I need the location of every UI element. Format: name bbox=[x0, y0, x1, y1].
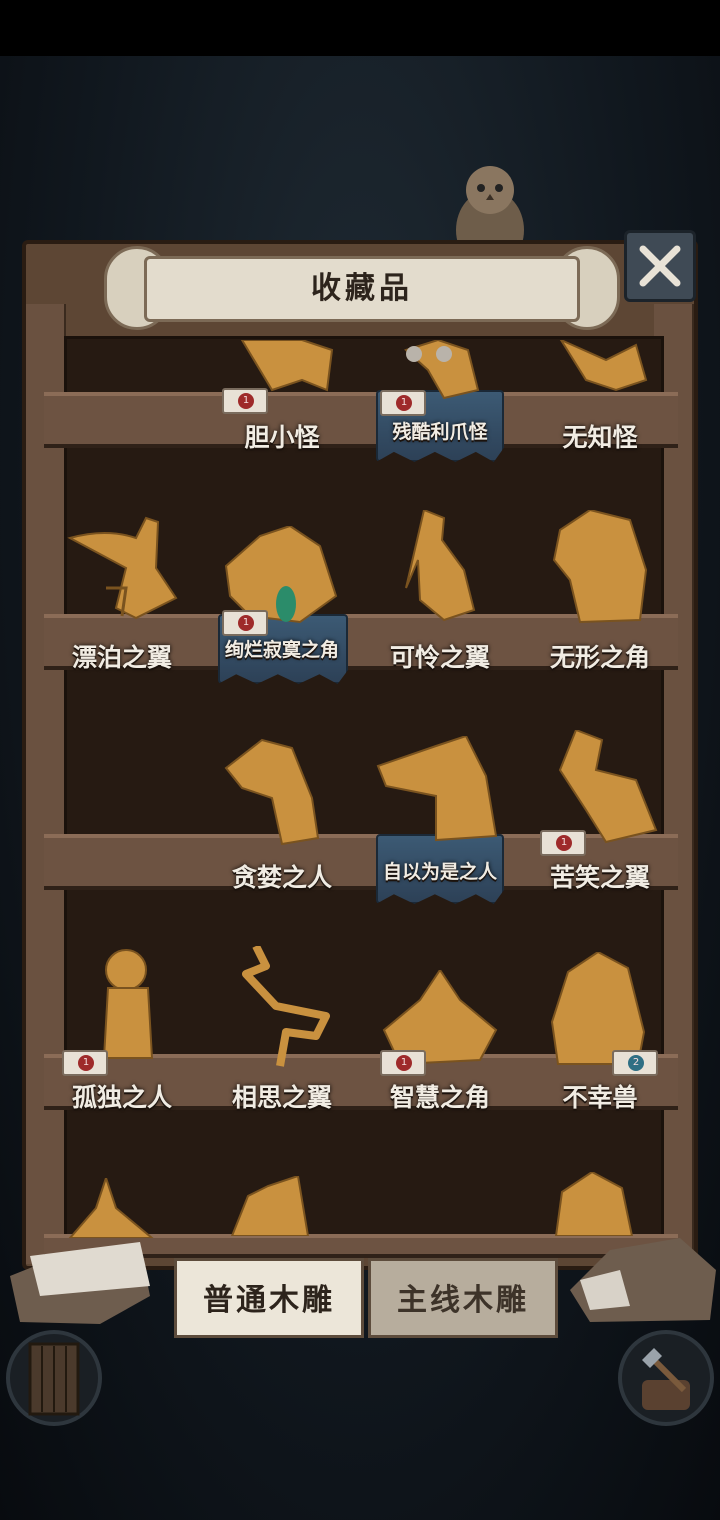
self-righteous-person-carving-icon[interactable] bbox=[376, 736, 502, 842]
door-button[interactable] bbox=[6, 1330, 102, 1426]
item-label: 无形之角 bbox=[549, 643, 650, 672]
greedy-person-carving-icon[interactable] bbox=[222, 738, 328, 846]
formless-horn-carving-icon[interactable] bbox=[550, 510, 650, 626]
count-badge: 2 bbox=[612, 1050, 658, 1076]
close-icon bbox=[639, 245, 681, 287]
item-label: 智慧之角 bbox=[389, 1083, 490, 1112]
item-label: 贪婪之人 bbox=[231, 863, 332, 892]
rubble-left bbox=[10, 1242, 150, 1324]
count-badge: 1 bbox=[62, 1050, 108, 1076]
lovesick-wing-carving-icon[interactable] bbox=[236, 946, 332, 1068]
page-title: 收藏品 bbox=[311, 271, 413, 306]
carving-partial-icon[interactable] bbox=[228, 1176, 312, 1236]
cabinet-post-left bbox=[26, 304, 66, 1264]
wandering-wing-carving-icon[interactable] bbox=[66, 508, 182, 626]
item-label: 胆小怪 bbox=[244, 423, 320, 452]
item-label: 无知怪 bbox=[562, 423, 638, 452]
item-label: 苦笑之翼 bbox=[549, 863, 650, 892]
axe-button[interactable] bbox=[618, 1330, 714, 1426]
carving-partial-icon[interactable] bbox=[66, 1178, 156, 1238]
door-icon bbox=[28, 1342, 80, 1416]
lonely-person-carving-icon[interactable] bbox=[96, 948, 160, 1066]
tab-normal-carvings[interactable]: 普通木雕 bbox=[174, 1258, 364, 1338]
item-label: 孤独之人 bbox=[71, 1083, 172, 1112]
bitter-smile-wing-carving-icon[interactable] bbox=[556, 730, 660, 846]
carving-partial-icon[interactable] bbox=[552, 1172, 636, 1236]
item-label: 残酷利爪怪 bbox=[392, 421, 488, 443]
rubble-right bbox=[570, 1238, 716, 1322]
count-badge: 1 bbox=[222, 388, 268, 414]
item-label: 绚烂寂寞之角 bbox=[224, 639, 339, 661]
count-badge: 1 bbox=[540, 830, 586, 856]
count-badge: 1 bbox=[380, 1050, 426, 1076]
status-bar-area bbox=[0, 0, 720, 56]
title-banner: 收藏品 bbox=[104, 236, 620, 332]
ignorant-creature-carving-icon[interactable] bbox=[556, 340, 656, 400]
item-label: 漂泊之翼 bbox=[71, 643, 172, 672]
item-label: 相思之翼 bbox=[231, 1083, 332, 1112]
close-button[interactable] bbox=[624, 230, 696, 302]
pitiful-wing-carving-icon[interactable] bbox=[404, 510, 480, 624]
item-label: 可怜之翼 bbox=[389, 643, 490, 672]
item-label: 自以为是之人 bbox=[382, 861, 497, 883]
axe-icon bbox=[642, 1348, 690, 1410]
item-label: 不幸兽 bbox=[562, 1083, 638, 1112]
tab-main-carvings[interactable]: 主线木雕 bbox=[368, 1258, 558, 1338]
